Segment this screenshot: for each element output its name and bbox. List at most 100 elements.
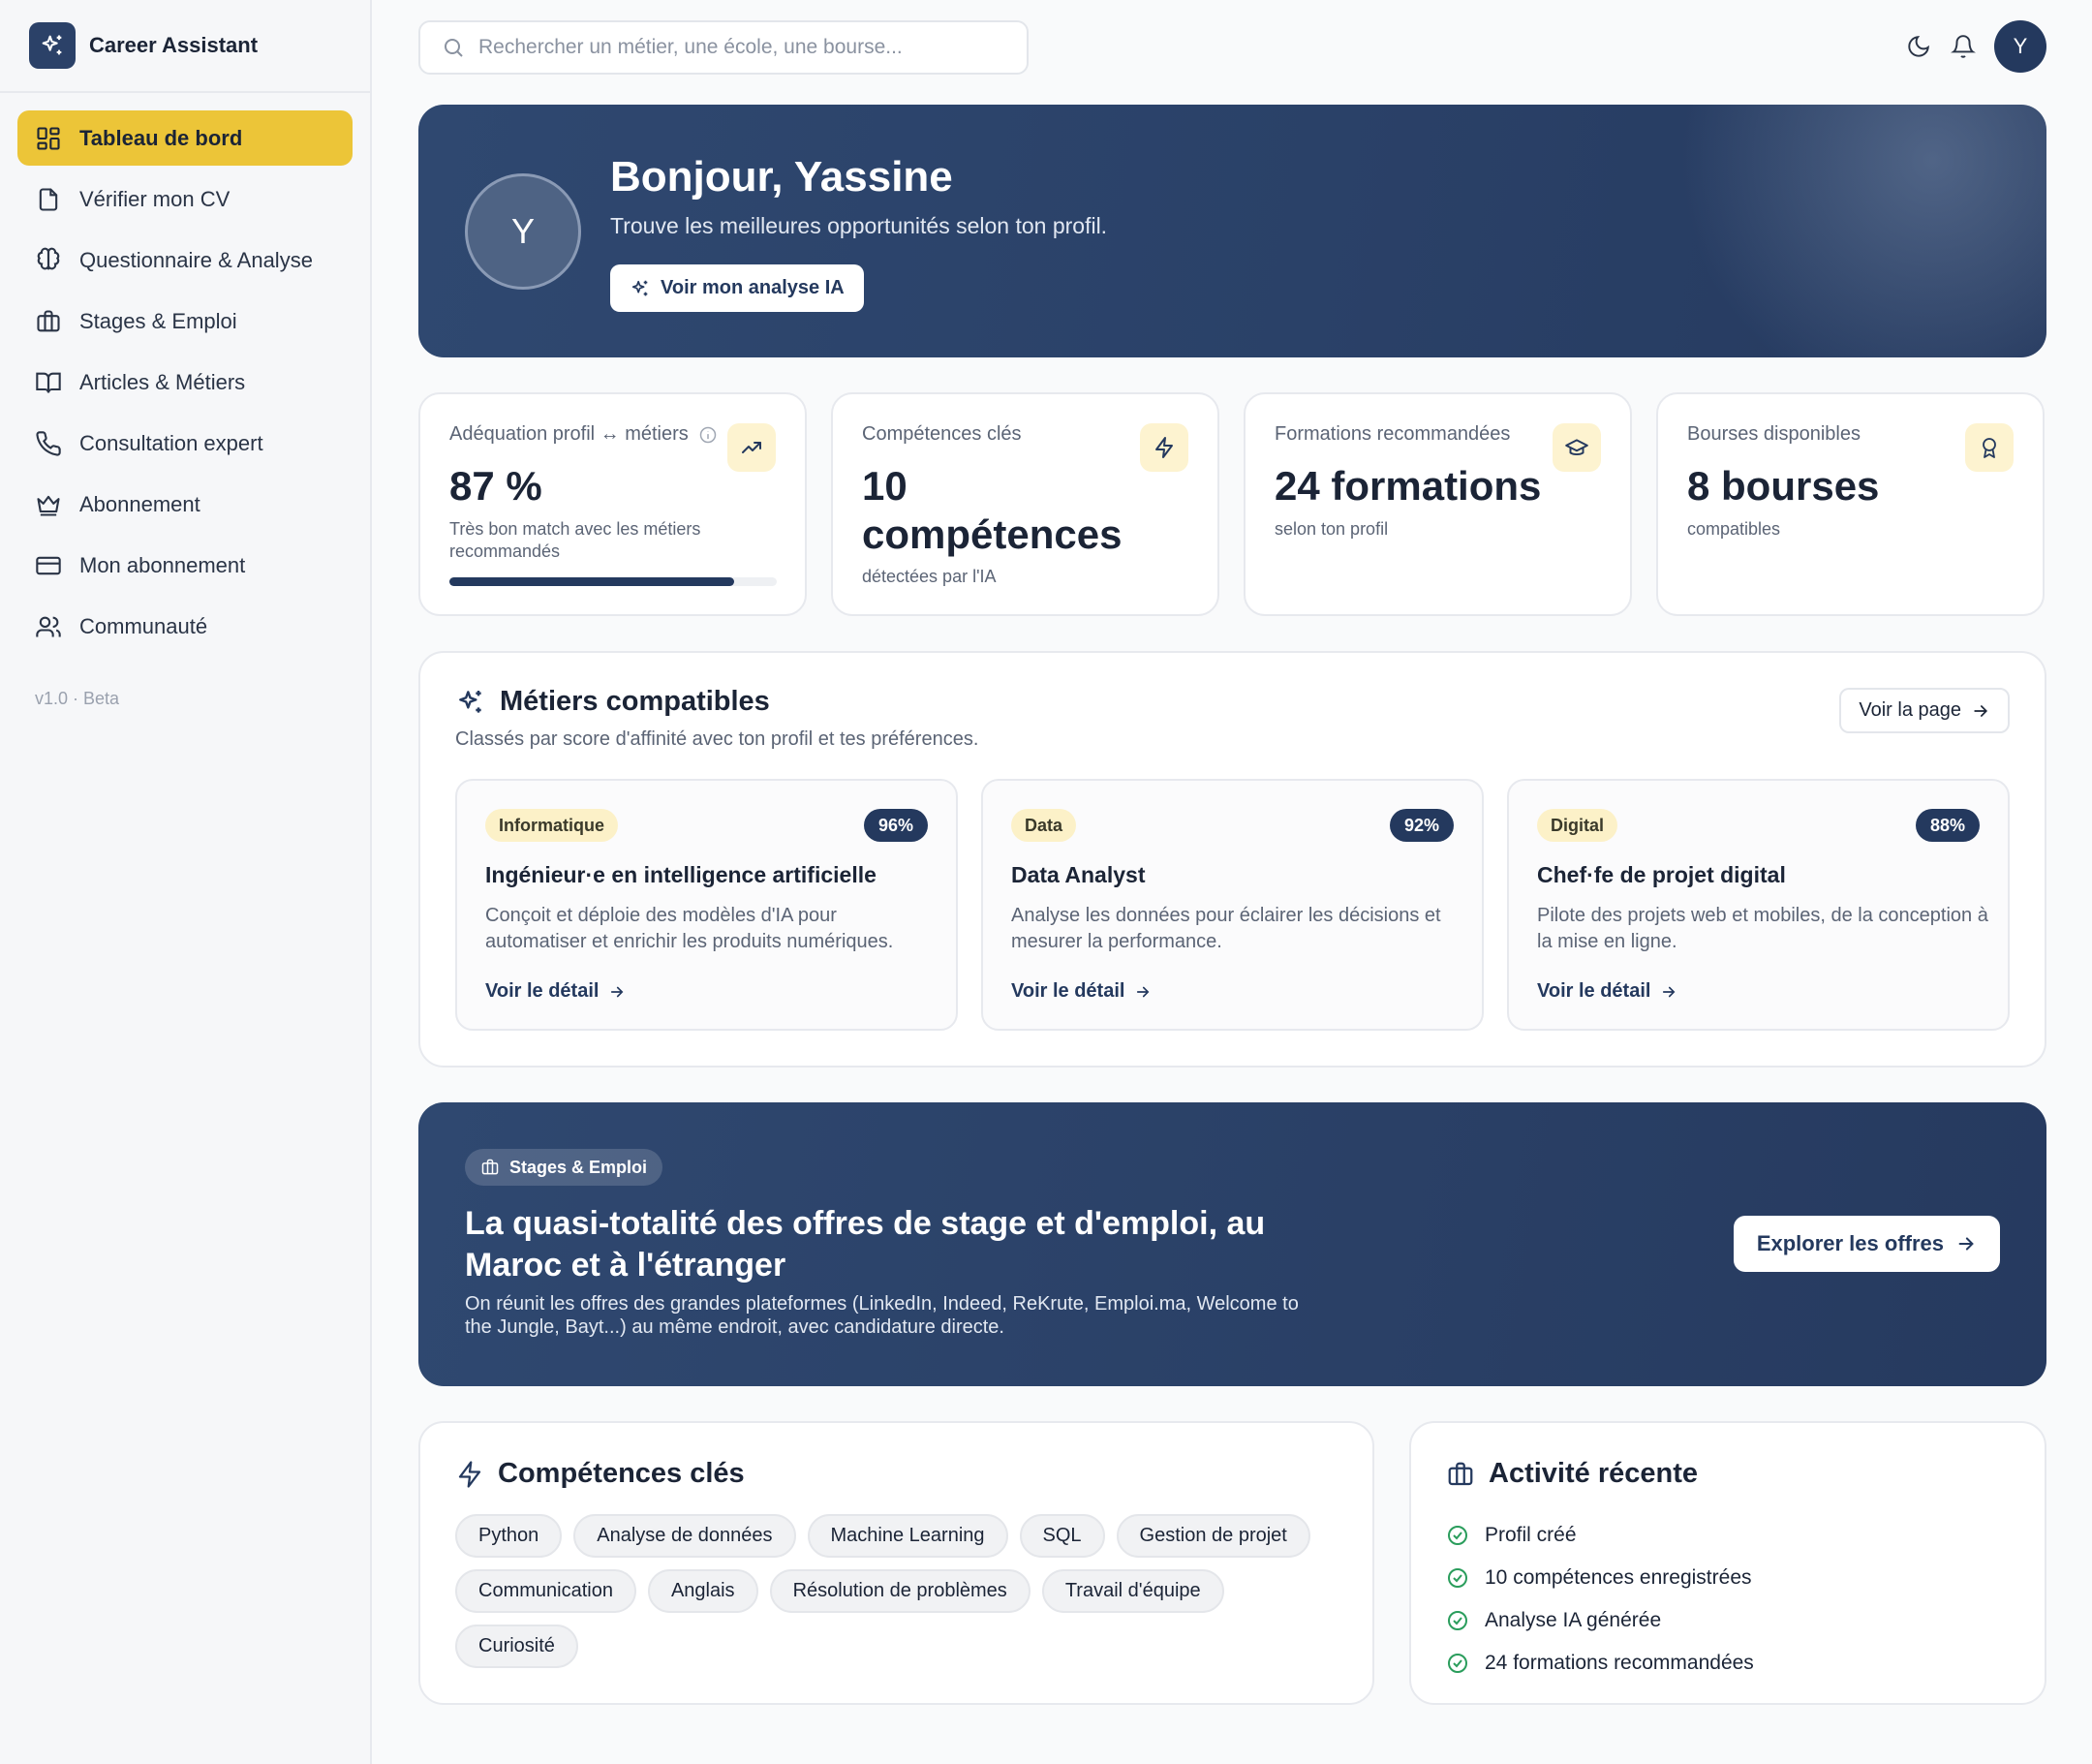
sidebar-item-label: Tableau de bord bbox=[79, 125, 243, 150]
briefcase-icon bbox=[37, 309, 60, 331]
key-skills-card: Compétences clés Python Analyse de donné… bbox=[418, 1421, 1374, 1705]
job-description: Conçoit et déploie des modèles d'IA pour… bbox=[485, 905, 894, 952]
stat-value: 8 bourses bbox=[1687, 463, 1880, 509]
job-category-badge: Data bbox=[1011, 809, 1077, 842]
graduation-cap-icon bbox=[1553, 423, 1601, 472]
welcome-title: Bonjour, Yassine bbox=[610, 153, 953, 201]
link-label: Voir le détail bbox=[1011, 980, 1125, 1002]
arrow-right-icon bbox=[1137, 986, 1150, 997]
sidebar-item-dashboard[interactable]: Tableau de bord bbox=[17, 110, 353, 166]
stat-subtitle: compatibles bbox=[1687, 519, 1781, 539]
trending-up-icon bbox=[727, 423, 776, 472]
sidebar-item-verify-cv[interactable]: Vérifier mon CV bbox=[17, 171, 353, 227]
activity-item: Profil créé bbox=[1446, 1514, 1754, 1557]
link-label: Voir le détail bbox=[1537, 980, 1651, 1002]
badge-label: Stages & Emploi bbox=[509, 1157, 648, 1177]
theme-toggle-button[interactable] bbox=[1897, 20, 1940, 73]
briefcase-icon bbox=[481, 1159, 499, 1175]
app-version: v1.0 · Beta bbox=[35, 689, 120, 708]
job-score-badge: 88% bbox=[1915, 809, 1980, 842]
sidebar-item-questionnaire[interactable]: Questionnaire & Analyse bbox=[17, 232, 353, 288]
stat-value: 87 % bbox=[449, 463, 542, 509]
job-description: Pilote des projets web et mobiles, de la… bbox=[1537, 905, 1988, 952]
sidebar-item-subscription[interactable]: Abonnement bbox=[17, 477, 353, 532]
banner-subtitle: On réunit les offres des grandes platefo… bbox=[465, 1293, 1299, 1338]
search-input[interactable] bbox=[478, 36, 1001, 59]
recent-activity-card: Activité récente Profil créé 10 compéten… bbox=[1409, 1421, 2046, 1705]
activity-list: Profil créé 10 compétences enregistrées … bbox=[1446, 1514, 1754, 1685]
banner-category-badge: Stages & Emploi bbox=[465, 1149, 663, 1186]
job-card[interactable]: Informatique 96% Ingénieur·e en intellig… bbox=[455, 779, 958, 1031]
match-progress-bar bbox=[449, 577, 777, 586]
user-avatar-button[interactable]: Y bbox=[1994, 20, 2046, 73]
skill-chip: Gestion de projet bbox=[1116, 1514, 1310, 1558]
arrow-right-icon bbox=[1663, 986, 1676, 997]
stat-subtitle: selon ton profil bbox=[1275, 519, 1389, 539]
view-ai-analysis-button[interactable]: Voir mon analyse IA bbox=[610, 264, 864, 312]
sidebar-item-consultation[interactable]: Consultation expert bbox=[17, 416, 353, 471]
book-icon bbox=[36, 372, 61, 393]
sidebar-item-label: Articles & Métiers bbox=[79, 369, 246, 394]
job-card[interactable]: Data 92% Data Analyst Analyse les donnée… bbox=[981, 779, 1484, 1031]
explore-offers-button[interactable]: Explorer les offres bbox=[1733, 1216, 2000, 1272]
section-title-text: Compétences clés bbox=[498, 1458, 745, 1489]
sparkles-icon bbox=[459, 690, 481, 713]
stat-value: 10 compétences bbox=[862, 463, 1123, 557]
stat-subtitle: détectées par l'IA bbox=[862, 567, 997, 586]
search-bar[interactable] bbox=[418, 20, 1029, 75]
view-page-button[interactable]: Voir la page bbox=[1839, 688, 2010, 733]
info-icon[interactable] bbox=[698, 425, 718, 445]
banner-title: La quasi-totalité des offres de stage et… bbox=[465, 1205, 1266, 1284]
job-category-badge: Informatique bbox=[485, 809, 619, 842]
sidebar-item-label: Stages & Emploi bbox=[79, 308, 237, 333]
activity-label: 10 compétences enregistrées bbox=[1485, 1566, 1752, 1589]
stat-label: Formations recommandées bbox=[1275, 423, 1511, 445]
brand[interactable]: Career Assistant bbox=[0, 0, 370, 93]
search-icon bbox=[445, 39, 463, 57]
compatible-jobs-section: Métiers compatibles Classés par score d'… bbox=[418, 651, 2046, 1068]
arrow-right-icon bbox=[1974, 704, 1988, 717]
skill-chip: Résolution de problèmes bbox=[769, 1569, 1031, 1613]
sidebar-item-community[interactable]: Communauté bbox=[17, 599, 353, 654]
skill-chip: SQL bbox=[1019, 1514, 1105, 1558]
skill-chip: Travail d'équipe bbox=[1041, 1569, 1224, 1613]
job-score-badge: 96% bbox=[863, 809, 928, 842]
sidebar: Career Assistant Tableau de bord Vérifie… bbox=[0, 0, 372, 1764]
activity-label: 24 formations recommandées bbox=[1485, 1652, 1754, 1674]
check-circle-icon bbox=[1448, 1611, 1467, 1630]
sidebar-item-label: Abonnement bbox=[79, 491, 200, 516]
stat-value: 24 formations bbox=[1275, 463, 1542, 509]
sidebar-item-articles[interactable]: Articles & Métiers bbox=[17, 355, 353, 410]
skill-chip: Anglais bbox=[647, 1569, 758, 1613]
moon-icon bbox=[1908, 36, 1929, 57]
view-detail-link[interactable]: Voir le détail bbox=[1537, 980, 1677, 1003]
job-title: Ingénieur·e en intelligence artificielle bbox=[485, 862, 877, 887]
sidebar-item-internships[interactable]: Stages & Emploi bbox=[17, 294, 353, 349]
skill-chip: Analyse de données bbox=[573, 1514, 796, 1558]
sidebar-nav: Tableau de bord Vérifier mon CV Question… bbox=[0, 93, 370, 709]
job-card[interactable]: Digital 88% Chef·fe de projet digital Pi… bbox=[1507, 779, 2010, 1031]
sidebar-item-my-subscription[interactable]: Mon abonnement bbox=[17, 538, 353, 593]
notifications-button[interactable] bbox=[1942, 20, 1984, 73]
skill-chip: Python bbox=[455, 1514, 563, 1558]
skill-chip: Communication bbox=[455, 1569, 636, 1613]
phone-icon bbox=[36, 430, 61, 456]
stat-card-scholarships: Bourses disponibles 8 bourses compatible… bbox=[1656, 392, 2045, 616]
zap-icon bbox=[458, 1460, 481, 1488]
sidebar-item-label: Communauté bbox=[79, 613, 208, 638]
arrow-right-icon bbox=[1958, 1237, 1974, 1251]
button-label: Explorer les offres bbox=[1756, 1231, 1944, 1255]
section-title-text: Métiers compatibles bbox=[500, 686, 770, 717]
job-title: Data Analyst bbox=[1011, 862, 1146, 887]
view-detail-link[interactable]: Voir le détail bbox=[1011, 980, 1152, 1003]
skills-list: Python Analyse de données Machine Learni… bbox=[455, 1514, 1366, 1680]
avatar: Y bbox=[465, 173, 581, 290]
view-detail-link[interactable]: Voir le détail bbox=[485, 980, 626, 1003]
crown-icon bbox=[37, 495, 60, 516]
sidebar-item-label: Questionnaire & Analyse bbox=[79, 247, 313, 272]
sidebar-item-label: Mon abonnement bbox=[79, 552, 246, 577]
credit-card-icon bbox=[36, 556, 61, 574]
stat-label-text: Adéquation profil ↔ métiers bbox=[449, 423, 689, 445]
activity-item: Analyse IA générée bbox=[1446, 1599, 1754, 1642]
section-title: Métiers compatibles bbox=[455, 686, 770, 718]
